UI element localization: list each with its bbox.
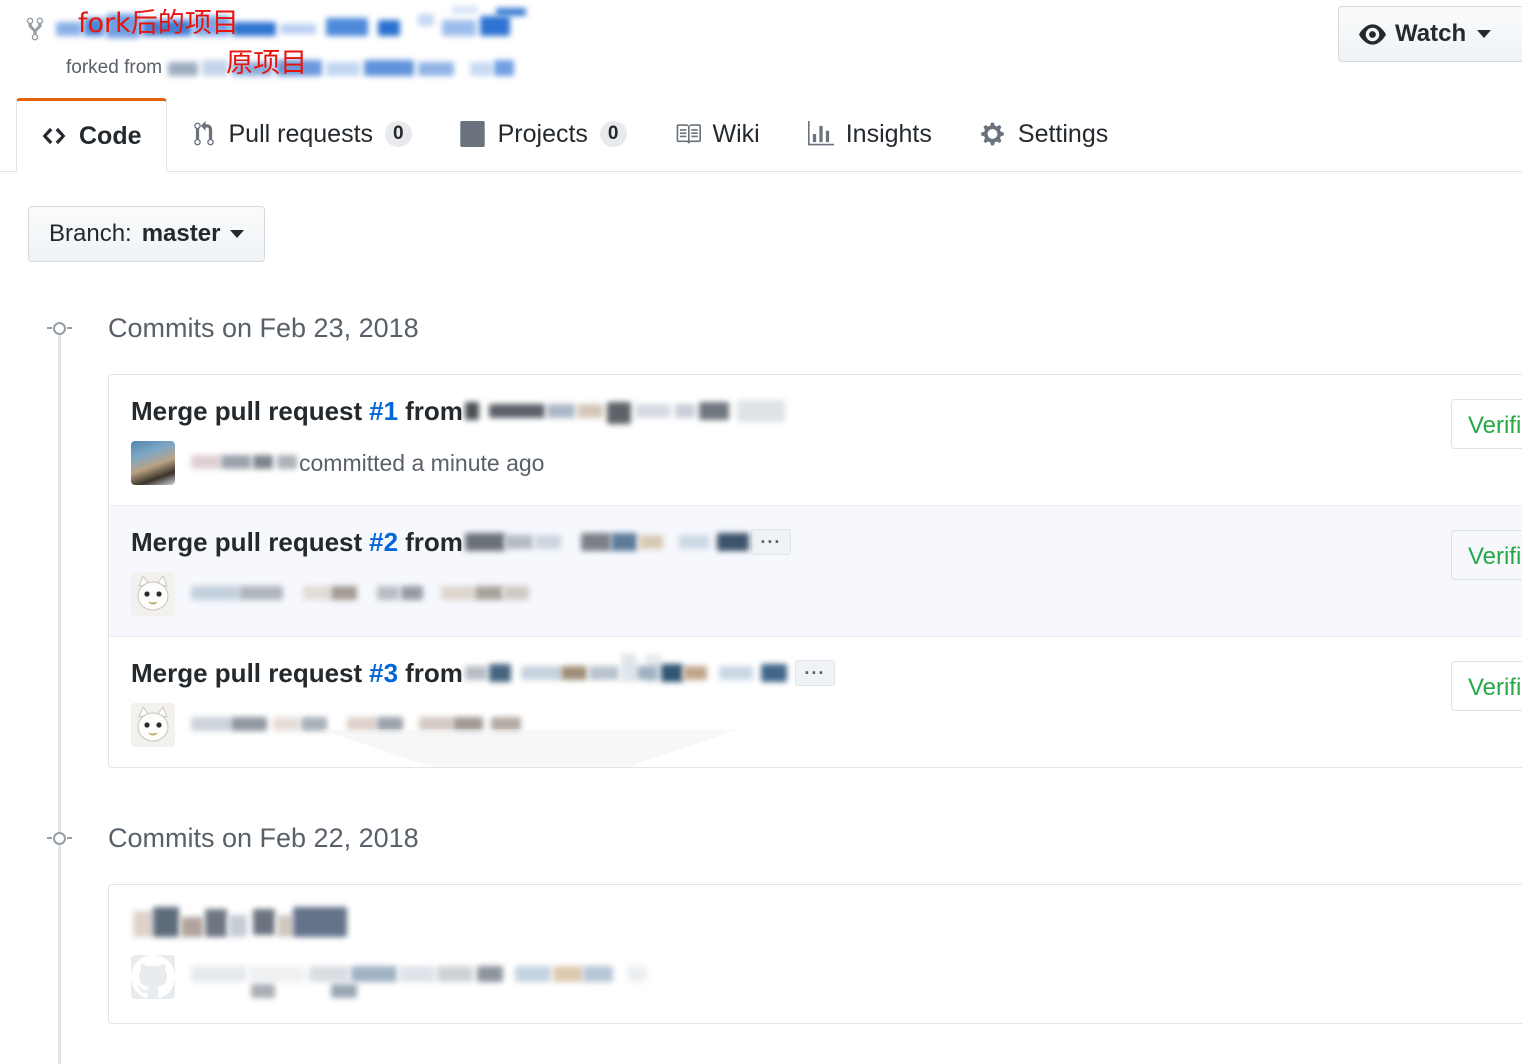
- gear-icon: [980, 121, 1006, 147]
- commit-title-prefix: Merge pull request: [131, 527, 363, 557]
- tab-code-label: Code: [79, 121, 142, 150]
- project-board-icon: [460, 121, 486, 147]
- commit-title-prefix: Merge pull request: [131, 658, 363, 688]
- expand-commit-message-button[interactable]: ···: [794, 660, 835, 686]
- branch-prefix-label: Branch:: [49, 220, 132, 247]
- repo-name-redacted[interactable]: fork后的项目: [56, 6, 526, 40]
- commit-date-label: Commits on Feb 23, 2018: [108, 312, 419, 343]
- annotation-fork-repo: fork后的项目: [78, 8, 239, 39]
- commit-list: [108, 884, 1522, 1024]
- commit-author-redacted: [191, 584, 533, 604]
- tab-pull-requests[interactable]: Pull requests 0: [167, 97, 436, 171]
- commit-title-suffix: from: [405, 396, 463, 426]
- eye-icon: [1359, 21, 1386, 48]
- repo-header: fork后的项目 forked from 原项目 Watch: [0, 0, 1522, 96]
- commit-title-redacted: [133, 907, 347, 941]
- tab-code[interactable]: Code: [16, 98, 167, 172]
- chevron-down-icon: [230, 230, 245, 238]
- graph-icon: [807, 121, 834, 147]
- commit-main: Merge pull request #2 from ···: [131, 526, 1431, 616]
- commit-list: Merge pull request #1 from committed a m…: [108, 374, 1522, 768]
- code-icon: [41, 123, 67, 149]
- repo-forked-icon: [24, 16, 46, 42]
- projects-counter: 0: [599, 121, 627, 147]
- commit-branch-redacted: [464, 654, 787, 686]
- expand-commit-message-button[interactable]: ···: [750, 529, 791, 555]
- commit-meta: [131, 572, 1431, 616]
- repo-title-row: fork后的项目: [0, 6, 1522, 48]
- chevron-down-icon: [1477, 30, 1492, 38]
- timeline-node-icon: [46, 320, 72, 336]
- pull-request-link[interactable]: #3: [369, 657, 398, 689]
- commit-meta: [131, 955, 1522, 999]
- cat-avatar[interactable]: [131, 703, 175, 747]
- cat-avatar[interactable]: [131, 572, 175, 616]
- book-icon: [675, 121, 701, 147]
- tab-wiki[interactable]: Wiki: [651, 97, 784, 171]
- commit-author-and-time: [189, 964, 661, 998]
- status-badge[interactable]: Verified: [1450, 661, 1522, 711]
- git-pull-request-icon: [191, 121, 217, 147]
- commit-title-suffix: from: [405, 658, 463, 688]
- tab-wiki-label: Wiki: [712, 119, 760, 148]
- pull-request-link[interactable]: #2: [369, 526, 398, 558]
- tab-insights-label: Insights: [845, 119, 932, 148]
- forked-from-label: forked from: [66, 57, 163, 78]
- forked-from-row: forked from 原项目: [0, 50, 1522, 81]
- tab-projects[interactable]: Projects 0: [436, 97, 651, 171]
- status-badge[interactable]: Verified: [1450, 530, 1522, 580]
- table-row[interactable]: Merge pull request #3 from ··· Verifi: [109, 637, 1522, 767]
- commit-title[interactable]: [131, 907, 1522, 941]
- commit-title[interactable]: Merge pull request #2 from ···: [131, 526, 1431, 558]
- commit-date-label: Commits on Feb 22, 2018: [108, 822, 419, 853]
- repo-nav-tabs: Code Pull requests 0 Projects 0 Wiki Ins…: [0, 96, 1522, 172]
- octocat-avatar[interactable]: [131, 955, 175, 999]
- table-row[interactable]: Merge pull request #2 from ··· Verifi: [109, 506, 1522, 637]
- commit-title[interactable]: Merge pull request #3 from ···: [131, 654, 1431, 689]
- timeline-node-icon: [46, 830, 72, 846]
- forked-from-source-redacted[interactable]: 原项目: [164, 50, 544, 80]
- commit-meta: [131, 703, 1431, 747]
- commit-meta: committed a minute ago: [131, 441, 1431, 485]
- commit-author-redacted: [191, 453, 299, 473]
- branch-name-label: master: [141, 220, 221, 247]
- status-badge[interactable]: Verified: [1450, 399, 1522, 449]
- commits-timeline: Commits on Feb 23, 2018 Merge pull reque…: [0, 304, 1522, 1064]
- commit-author-redacted: [191, 964, 661, 998]
- commit-main: Merge pull request #3 from ···: [131, 654, 1431, 747]
- commit-date-group-header: Commits on Feb 23, 2018: [0, 304, 1522, 352]
- commit-title-suffix: from: [405, 527, 463, 557]
- pull-requests-counter: 0: [385, 121, 412, 147]
- commit-main: Merge pull request #1 from committed a m…: [131, 395, 1431, 485]
- tab-projects-label: Projects: [497, 119, 588, 148]
- timeline-rail: [58, 322, 61, 1064]
- commit-author-and-time: committed a minute ago: [189, 450, 544, 477]
- commit-time-label: committed a minute ago: [299, 449, 545, 476]
- tab-insights[interactable]: Insights: [784, 97, 956, 171]
- commit-author-redacted: [191, 715, 527, 735]
- tab-settings-label: Settings: [1017, 119, 1109, 148]
- branch-select-button[interactable]: Branch: master: [28, 206, 266, 262]
- commit-title-prefix: Merge pull request: [131, 396, 363, 426]
- annotation-source-repo: 原项目: [226, 48, 308, 79]
- commit-branch-redacted: [464, 398, 785, 424]
- commit-author-and-time: [189, 584, 533, 604]
- commit-author-and-time: [189, 715, 527, 735]
- commit-date-group-header: Commits on Feb 22, 2018: [0, 814, 1522, 862]
- tab-settings[interactable]: Settings: [956, 97, 1132, 171]
- branch-area: Branch: master: [0, 172, 1522, 262]
- pull-request-link[interactable]: #1: [369, 395, 398, 427]
- watch-label: Watch: [1395, 20, 1467, 47]
- table-row[interactable]: Merge pull request #1 from committed a m…: [109, 375, 1522, 506]
- watch-button[interactable]: Watch: [1338, 6, 1522, 62]
- photo-avatar[interactable]: [131, 441, 175, 485]
- tab-pull-requests-label: Pull requests: [228, 119, 374, 148]
- table-row[interactable]: [109, 885, 1522, 1023]
- commit-title[interactable]: Merge pull request #1 from: [131, 395, 1431, 427]
- commit-main: [131, 907, 1522, 999]
- commit-branch-redacted: [464, 529, 749, 555]
